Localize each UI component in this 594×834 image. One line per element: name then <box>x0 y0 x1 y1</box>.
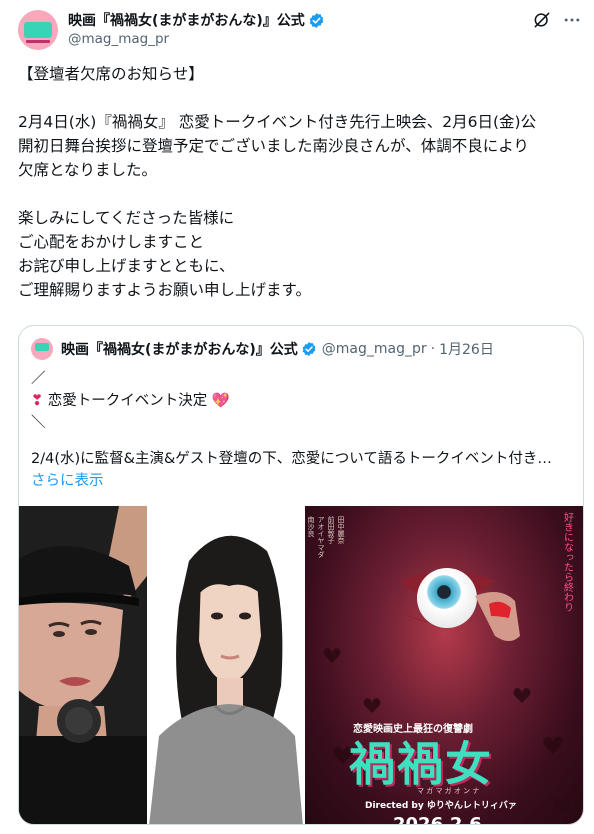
tweet-line: お詫び申し上げますとともに、 <box>18 257 235 275</box>
tweet-text: 【登壇者欠席のお知らせ】 2月4日(水)『禍禍女』 恋愛トークイベント付き先行上… <box>18 62 583 302</box>
svg-text:前田敦子: 前田敦子 <box>327 515 335 544</box>
exclamation-heart-icon: ❣ <box>31 393 44 409</box>
avatar-logo-sub <box>26 40 50 43</box>
sparkling-heart-icon: 💖 <box>211 393 230 409</box>
grok-icon[interactable] <box>532 10 552 30</box>
quoted-line: ❣ 恋愛トークイベント決定 💖 <box>31 390 571 412</box>
media-image-1[interactable] <box>19 506 147 824</box>
quoted-avatar-logo <box>35 343 49 351</box>
verified-badge-icon <box>309 12 324 28</box>
tweet-line-gap <box>18 182 583 206</box>
tweet-line: ご心配をおかけしますこと <box>18 233 205 251</box>
tweet-header: 映画『禍禍女(まがまがおんな)』公式 @mag_mag_pr <box>18 8 582 52</box>
quoted-tweet[interactable]: 映画『禍禍女(まがまがおんな)』公式 @mag_mag_pr · 1月26日 ／… <box>18 325 584 825</box>
display-name[interactable]: 映画『禍禍女(まがまがおんな)』公式 <box>68 10 305 30</box>
svg-text:好きになったら終わり: 好きになったら終わり <box>562 512 574 612</box>
tweet-line: 2月4日(水)『禍禍女』 恋愛トークイベント付き先行上映会、2月6日(金)公 <box>18 113 537 131</box>
avatar-logo <box>24 22 52 38</box>
woman-portrait-image <box>149 506 303 824</box>
tweet-line-gap <box>18 86 583 110</box>
media-image-3-poster[interactable]: 南沙良 アオイヤマダ 前田敦子 田中麗奈 好きになったら終わり 恋愛映画史上最狂… <box>305 506 583 825</box>
tweet-line: ご理解賜りますようお願い申し上げます。 <box>18 281 311 299</box>
name-line: 映画『禍禍女(まがまがおんな)』公式 <box>68 10 325 30</box>
handle[interactable]: @mag_mag_pr <box>68 31 169 47</box>
svg-text:田中麗奈: 田中麗奈 <box>337 516 345 544</box>
quoted-handle: @mag_mag_pr <box>321 341 427 357</box>
quoted-gap <box>31 434 571 448</box>
media-grid[interactable]: 南沙良 アオイヤマダ 前田敦子 田中麗奈 好きになったら終わり 恋愛映画史上最狂… <box>19 506 583 825</box>
quoted-line: ／ <box>31 371 46 387</box>
svg-text:南沙良: 南沙良 <box>307 515 315 538</box>
tweet-line: 楽しみにしてくださった皆様に <box>18 209 235 227</box>
person-in-cap-image <box>19 506 147 824</box>
separator-dot: · <box>430 341 436 357</box>
quoted-display-name: 映画『禍禍女(まがまがおんな)』公式 <box>61 342 298 358</box>
tweet-line: 欠席となりました。 <box>18 161 158 179</box>
quoted-line: ＼ <box>31 415 46 431</box>
show-more-link[interactable]: さらに表示 <box>31 473 104 489</box>
quoted-avatar <box>31 338 53 360</box>
quoted-tweet-header: 映画『禍禍女(まがまがおんな)』公式 @mag_mag_pr · 1月26日 <box>31 338 494 360</box>
quoted-line-text: 恋愛トークイベント決定 <box>47 393 208 409</box>
quoted-text: ／ ❣ 恋愛トークイベント決定 💖 ＼ 2/4(水)に監督&主演&ゲスト登壇の下… <box>31 368 571 492</box>
verified-badge-icon <box>302 342 316 356</box>
poster-date: 2026.2.6 <box>393 814 482 825</box>
quoted-line: 2/4(水)に監督&主演&ゲスト登壇の下、恋愛について語るトークイベント付き… <box>31 451 552 467</box>
tweet-line: 【登壇者欠席のお知らせ】 <box>18 65 204 83</box>
poster-furigana: マ ガ マ ガ オ ン ナ <box>417 787 480 795</box>
tweet-line: 開初日舞台挨拶に登壇予定でございました南沙良さんが、体調不良により <box>18 137 529 155</box>
quoted-date: 1月26日 <box>439 342 494 358</box>
avatar[interactable] <box>18 10 58 50</box>
poster-title: 禍禍女 <box>349 737 493 791</box>
svg-text:アオイヤマダ: アオイヤマダ <box>317 516 325 558</box>
media-image-2[interactable] <box>149 506 303 824</box>
poster-directed-by: Directed by ゆりやんレトリィバァ <box>365 801 517 811</box>
more-options-icon[interactable] <box>562 10 582 30</box>
